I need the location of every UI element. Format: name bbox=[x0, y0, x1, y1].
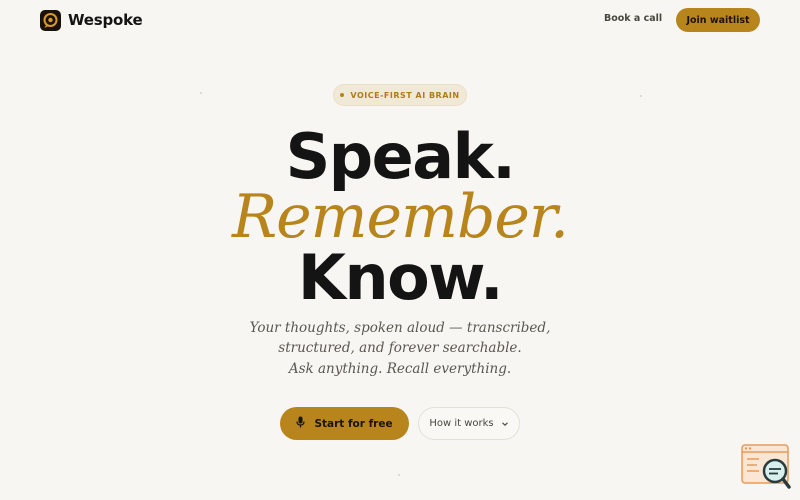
decorative-speck bbox=[398, 474, 400, 476]
start-for-free-button[interactable]: Start for free bbox=[280, 407, 409, 440]
brand-logo[interactable]: Wespoke bbox=[40, 9, 143, 31]
subtitle-line-2: structured, and forever searchable. bbox=[278, 340, 522, 356]
join-waitlist-button[interactable]: Join waitlist bbox=[676, 8, 760, 32]
headline-line-3: Know. bbox=[297, 241, 504, 314]
decorative-speck bbox=[200, 92, 202, 94]
decorative-speck bbox=[640, 95, 642, 97]
book-call-link[interactable]: Book a call bbox=[604, 13, 662, 24]
logo-mark-icon bbox=[40, 9, 61, 31]
search-window-icon[interactable] bbox=[741, 444, 791, 490]
chevron-down-icon bbox=[501, 420, 509, 428]
badge-dot-icon bbox=[340, 93, 345, 97]
subtitle-line-3: Ask anything. Recall everything. bbox=[288, 361, 512, 377]
microphone-icon bbox=[296, 416, 306, 431]
how-it-works-button[interactable]: How it works bbox=[418, 407, 520, 440]
badge-label: VOICE-FIRST AI BRAIN bbox=[350, 90, 460, 100]
start-for-free-label: Start for free bbox=[314, 417, 393, 430]
subtitle-line-1: Your thoughts, spoken aloud — transcribe… bbox=[249, 320, 551, 336]
brand-name: Wespoke bbox=[68, 11, 143, 29]
how-it-works-label: How it works bbox=[429, 418, 494, 429]
site-header: Wespoke Book a call Join waitlist bbox=[0, 0, 800, 40]
hero-badge: VOICE-FIRST AI BRAIN bbox=[333, 84, 467, 106]
